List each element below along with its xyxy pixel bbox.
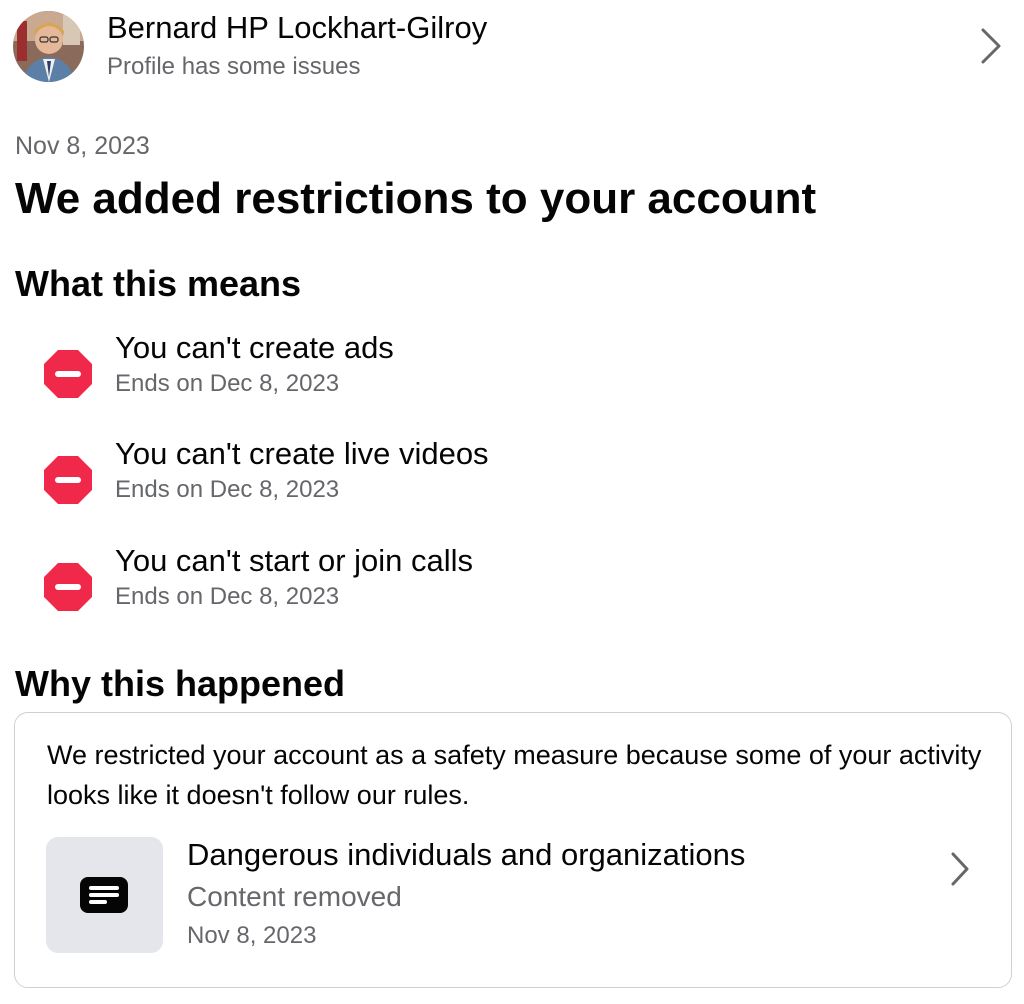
restriction-end-date: Ends on Dec 8, 2023 xyxy=(115,370,340,397)
violation-status: Content removed xyxy=(187,881,402,912)
no-entry-icon xyxy=(43,349,93,399)
violation-title: Dangerous individuals and organizations xyxy=(187,837,746,872)
chevron-right-icon[interactable] xyxy=(947,849,973,889)
avatar xyxy=(13,11,84,82)
post-content-icon xyxy=(80,877,128,913)
restriction-item-calls: You can't start or join calls Ends on De… xyxy=(0,542,1024,632)
what-this-means-heading: What this means xyxy=(15,263,302,304)
no-entry-icon xyxy=(43,455,93,505)
profile-status: Profile has some issues xyxy=(107,53,361,80)
page-title: We added restrictions to your account xyxy=(15,174,817,223)
why-this-happened-heading: Why this happened xyxy=(15,663,346,704)
restriction-title: You can't start or join calls xyxy=(115,543,474,578)
notice-date: Nov 8, 2023 xyxy=(15,132,150,160)
explanation-text: We restricted your account as a safety m… xyxy=(47,740,982,810)
restriction-title: You can't create ads xyxy=(115,330,394,365)
violation-item[interactable]: Dangerous individuals and organizations … xyxy=(15,835,1011,955)
restriction-item-ads: You can't create ads Ends on Dec 8, 2023 xyxy=(0,329,1024,419)
restriction-end-date: Ends on Dec 8, 2023 xyxy=(115,583,340,610)
profile-row[interactable]: Bernard HP Lockhart-Gilroy Profile has s… xyxy=(0,0,1024,96)
violation-date: Nov 8, 2023 xyxy=(187,922,317,949)
restriction-title: You can't create live videos xyxy=(115,436,489,471)
profile-name: Bernard HP Lockhart-Gilroy xyxy=(107,10,488,45)
chevron-right-icon[interactable] xyxy=(976,24,1006,68)
no-entry-icon xyxy=(43,562,93,612)
content-thumbnail xyxy=(46,837,163,953)
explanation-card: We restricted your account as a safety m… xyxy=(14,712,1012,988)
restriction-item-live-videos: You can't create live videos Ends on Dec… xyxy=(0,435,1024,525)
restriction-end-date: Ends on Dec 8, 2023 xyxy=(115,476,340,503)
account-status-page: Bernard HP Lockhart-Gilroy Profile has s… xyxy=(0,0,1024,1004)
